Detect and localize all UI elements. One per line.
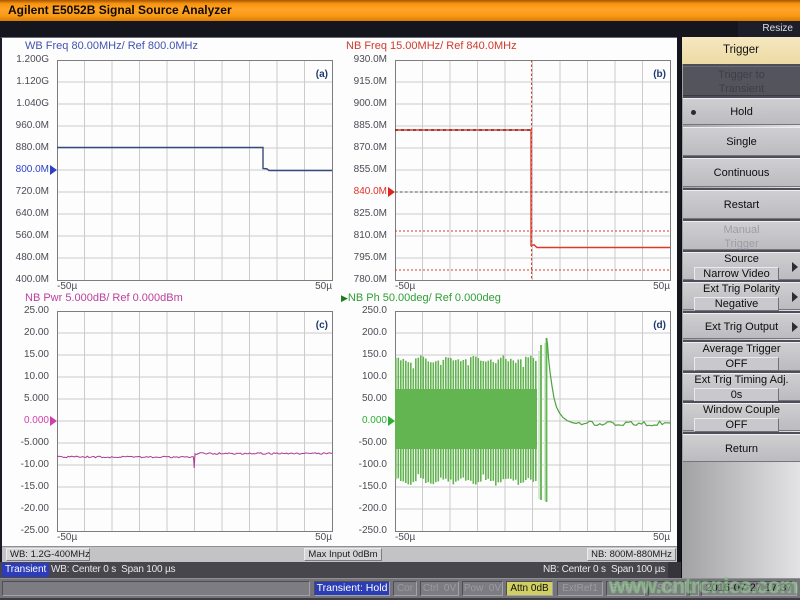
svg-text:(d): (d) — [653, 320, 666, 331]
svg-text:(b): (b) — [653, 69, 666, 80]
svg-text:(c): (c) — [316, 320, 328, 331]
svg-text:(a): (a) — [316, 69, 328, 80]
